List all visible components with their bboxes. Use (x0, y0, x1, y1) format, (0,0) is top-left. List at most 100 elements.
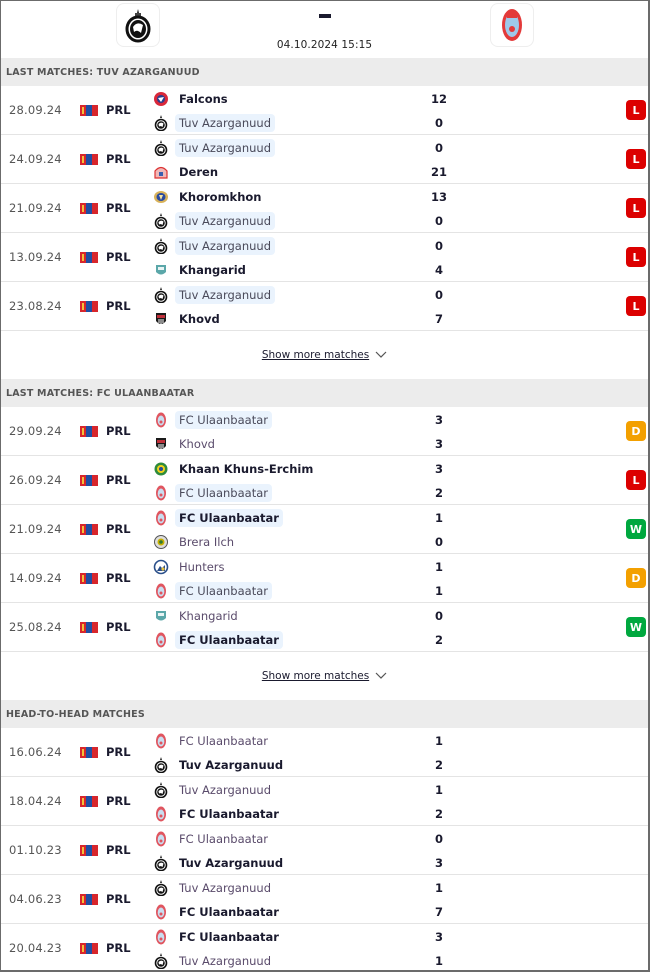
match-row[interactable]: 04.06.23 PRL Tuv Azarganuud FC Ulaanbaat… (1, 875, 648, 924)
home-team[interactable]: Tuv Azarganuud (153, 285, 276, 305)
away-team[interactable]: Tuv Azarganuud (153, 113, 276, 133)
match-row[interactable]: 01.10.23 PRL FC Ulaanbaatar Tuv Azarganu… (1, 826, 648, 875)
match-row[interactable]: 26.09.24 PRL Khaan Khuns-Erchim FC Ulaan… (1, 456, 648, 505)
match-row[interactable]: 16.06.24 PRL FC Ulaanbaatar Tuv Azarganu… (1, 728, 648, 777)
league-name: PRL (106, 424, 131, 438)
home-team-name: Falcons (179, 92, 228, 106)
away-team[interactable]: Tuv Azarganuud (153, 951, 275, 970)
match-date: 26.09.24 (9, 473, 62, 487)
match-row[interactable]: 21.09.24 PRL Khoromkhon Tuv Azarganuud 1… (1, 184, 648, 233)
away-score: 0 (434, 535, 443, 549)
home-team[interactable]: Hunters (153, 557, 229, 577)
match-datetime: 04.10.2024 15:15 (276, 39, 373, 51)
mongolia-flag-icon (80, 251, 98, 263)
match-row[interactable]: 23.08.24 PRL Tuv Azarganuud Khovd 0 7 L (1, 282, 648, 331)
away-score: 7 (434, 312, 443, 326)
away-team[interactable]: FC Ulaanbaatar (153, 630, 283, 650)
home-team[interactable]: Tuv Azarganuud (153, 878, 275, 898)
home-team-name: FC Ulaanbaatar (175, 509, 283, 527)
home-team-name: Tuv Azarganuud (175, 237, 276, 255)
league: PRL (80, 201, 131, 215)
match-row[interactable]: 24.09.24 PRL Tuv Azarganuud Deren 0 21 L (1, 135, 648, 184)
home-team[interactable]: FC Ulaanbaatar (153, 410, 272, 430)
khovd-crest-icon (153, 436, 169, 452)
away-team[interactable]: FC Ulaanbaatar (153, 483, 272, 503)
away-team[interactable]: Brera Ilch (153, 532, 238, 552)
mongolia-flag-icon (80, 202, 98, 214)
home-score: 12 (430, 92, 447, 106)
away-team[interactable]: Deren (153, 162, 222, 182)
home-team[interactable]: Tuv Azarganuud (153, 780, 275, 800)
home-team[interactable]: Khaan Khuns-Erchim (153, 459, 317, 479)
home-team[interactable]: Khoromkhon (153, 187, 265, 207)
section-header: LAST MATCHES: FC ULAANBAATAR (1, 379, 648, 407)
away-score: 1 (434, 954, 443, 968)
league-name: PRL (106, 473, 131, 487)
match-row[interactable]: 13.09.24 PRL Tuv Azarganuud Khangarid 0 … (1, 233, 648, 282)
tuv-azarganuud-crest-icon (153, 213, 169, 229)
match-row[interactable]: 14.09.24 PRL Hunters FC Ulaanbaatar 1 1 … (1, 554, 648, 603)
league: PRL (80, 892, 131, 906)
show-more-matches-link[interactable]: Show more matches (262, 670, 387, 682)
away-team-name: Khovd (179, 312, 220, 326)
fc-ulaanbaatar-crest-icon (153, 831, 169, 847)
away-team[interactable]: Khangarid (153, 260, 250, 280)
home-team[interactable]: FC Ulaanbaatar (153, 829, 272, 849)
match-date: 21.09.24 (9, 522, 62, 536)
league: PRL (80, 571, 131, 585)
match-row[interactable]: 25.08.24 PRL Khangarid FC Ulaanbaatar 0 … (1, 603, 648, 652)
match-row[interactable]: 28.09.24 PRL Falcons Tuv Azarganuud 12 0… (1, 86, 648, 135)
league-name: PRL (106, 941, 131, 955)
away-team[interactable]: Khovd (153, 309, 224, 329)
away-score: 3 (434, 437, 443, 451)
home-team-name: FC Ulaanbaatar (179, 734, 268, 748)
match-row[interactable]: 21.09.24 PRL FC Ulaanbaatar Brera Ilch 1… (1, 505, 648, 554)
league: PRL (80, 794, 131, 808)
league: PRL (80, 620, 131, 634)
sections-container: LAST MATCHES: TUV AZARGANUUD 28.09.24 PR… (1, 58, 648, 970)
section-title: LAST MATCHES: TUV AZARGANUUD (6, 66, 200, 78)
home-team[interactable]: Tuv Azarganuud (153, 138, 276, 158)
show-more-matches-link[interactable]: Show more matches (262, 349, 387, 361)
home-team-name: Khangarid (179, 609, 238, 623)
league-name: PRL (106, 152, 131, 166)
away-team-name: Tuv Azarganuud (175, 212, 276, 230)
home-team[interactable]: FC Ulaanbaatar (153, 927, 283, 947)
fc-ulaanbaatar-crest-icon (153, 412, 169, 428)
tuv-azarganuud-crest-icon (153, 757, 169, 773)
away-team-logo[interactable] (491, 4, 533, 46)
league-name: PRL (106, 103, 131, 117)
match-date: 29.09.24 (9, 424, 62, 438)
home-team[interactable]: Khangarid (153, 606, 242, 626)
match-row[interactable]: 18.04.24 PRL Tuv Azarganuud FC Ulaanbaat… (1, 777, 648, 826)
away-team[interactable]: FC Ulaanbaatar (153, 581, 272, 601)
away-team[interactable]: Tuv Azarganuud (153, 211, 276, 231)
match-row[interactable]: 29.09.24 PRL FC Ulaanbaatar Khovd 3 3 D (1, 407, 648, 456)
home-team[interactable]: FC Ulaanbaatar (153, 508, 283, 528)
section-title: LAST MATCHES: FC ULAANBAATAR (6, 387, 195, 399)
away-score: 2 (434, 758, 443, 772)
show-more-row: Show more matches (1, 331, 648, 379)
away-score: 1 (434, 584, 443, 598)
home-team[interactable]: Tuv Azarganuud (153, 236, 276, 256)
away-team[interactable]: Tuv Azarganuud (153, 853, 287, 873)
home-team[interactable]: FC Ulaanbaatar (153, 731, 272, 751)
home-score: 1 (434, 560, 443, 574)
away-team[interactable]: FC Ulaanbaatar (153, 804, 283, 824)
league: PRL (80, 424, 131, 438)
result-badge: W (626, 617, 646, 637)
away-team[interactable]: Khovd (153, 434, 219, 454)
league: PRL (80, 103, 131, 117)
match-row[interactable]: 20.04.23 PRL FC Ulaanbaatar Tuv Azarganu… (1, 924, 648, 970)
away-score: 21 (430, 165, 447, 179)
mongolia-flag-icon (80, 572, 98, 584)
league: PRL (80, 299, 131, 313)
league: PRL (80, 152, 131, 166)
result-badge: D (626, 568, 646, 588)
match-date: 01.10.23 (9, 843, 62, 857)
away-team[interactable]: Tuv Azarganuud (153, 755, 287, 775)
away-team[interactable]: FC Ulaanbaatar (153, 902, 283, 922)
away-score: 2 (434, 486, 443, 500)
league-name: PRL (106, 892, 131, 906)
home-team[interactable]: Falcons (153, 89, 232, 109)
